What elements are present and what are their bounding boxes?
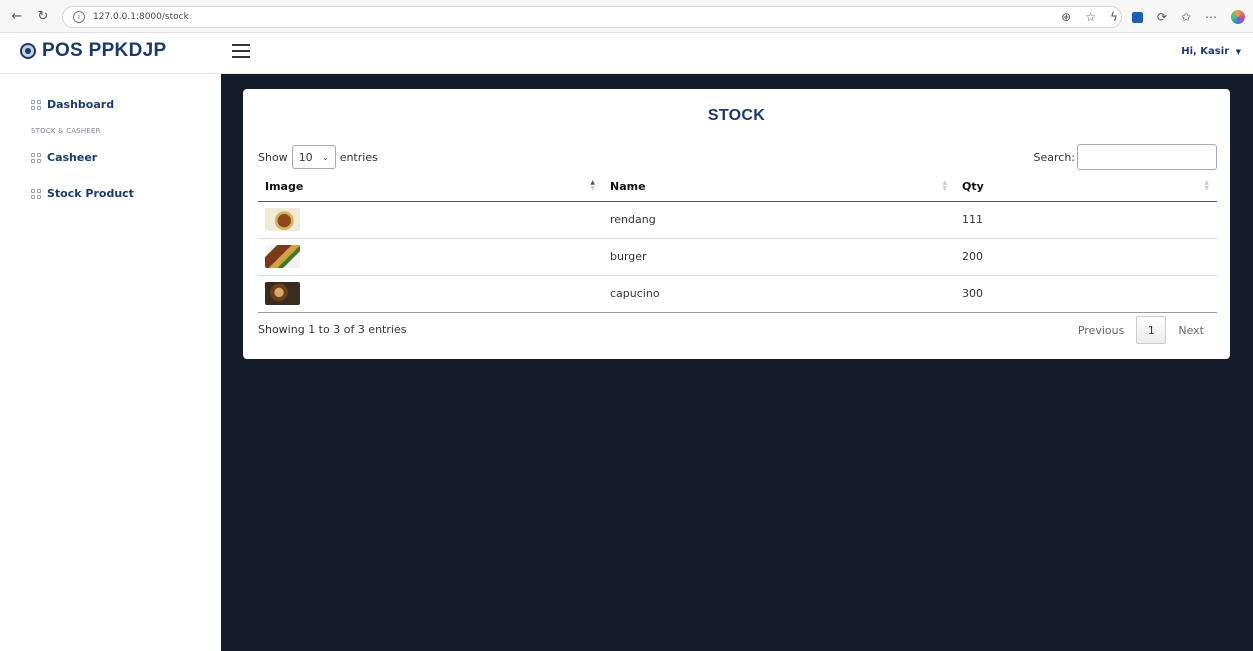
app-header: POS PPKDJP Hi, Kasir ▼ — [0, 33, 1253, 74]
site-info-icon[interactable]: i — [73, 11, 85, 23]
burger-thumbnail — [265, 245, 300, 268]
sidebar-item-casheer[interactable]: Casheer — [31, 151, 97, 164]
back-arrow-icon[interactable]: ← — [6, 5, 28, 27]
sidebar-item-stock-product[interactable]: Stock Product — [31, 187, 134, 200]
copilot-icon[interactable] — [1231, 10, 1245, 24]
column-header-qty[interactable]: Qty ▲ ▼ — [955, 173, 1217, 202]
column-header-name[interactable]: Name ▲ ▼ — [603, 173, 955, 202]
brand-name: POS PPKDJP — [42, 40, 167, 61]
sidebar-item-dashboard[interactable]: Dashboard — [31, 98, 114, 111]
stock-table: Image ▲ ▼ Name ▲ ▼ Qty ▲ ▼ rendang 111 b… — [258, 173, 1217, 313]
favorites-list-icon[interactable]: ✩ — [1181, 10, 1191, 24]
chevron-down-icon: ⌄ — [321, 152, 329, 162]
main-content: STOCK Show 10 ⌄ entries Search: Image ▲ ▼ — [221, 74, 1253, 651]
more-menu-icon[interactable]: ⋯ — [1205, 10, 1217, 24]
page-button-1[interactable]: 1 — [1136, 316, 1167, 344]
qty-cell: 300 — [955, 275, 1217, 313]
table-info: Showing 1 to 3 of 3 entries — [258, 323, 407, 336]
table-row: rendang 111 — [258, 201, 1217, 239]
capucino-thumbnail — [265, 282, 300, 305]
user-greeting: Hi, Kasir — [1181, 46, 1230, 57]
favorite-star-icon[interactable]: ☆ — [1085, 10, 1096, 24]
entries-label: entries — [339, 150, 378, 164]
entries-select[interactable]: 10 ⌄ — [291, 145, 336, 169]
name-cell: rendang — [603, 201, 955, 239]
address-bar[interactable]: i 127.0.0.1:8000/stock — [62, 6, 1122, 28]
entries-select-value: 10 — [298, 150, 313, 164]
image-cell — [258, 201, 603, 239]
qty-cell: 111 — [955, 201, 1217, 239]
sidebar: Dashboard STOCK & CASHEER Casheer Stock … — [0, 74, 221, 651]
hamburger-menu-icon[interactable] — [232, 42, 250, 60]
extensions-icon[interactable]: ⟳ — [1157, 10, 1167, 24]
extension-bolt-icon[interactable]: ϟ — [1110, 10, 1118, 24]
table-header-row: Image ▲ ▼ Name ▲ ▼ Qty ▲ ▼ — [258, 173, 1217, 202]
sort-icon: ▲ ▼ — [1204, 179, 1209, 192]
browser-tools: ⊕ ☆ ϟ ⟳ ✩ ⋯ — [1061, 6, 1245, 28]
column-header-label: Qty — [962, 180, 984, 194]
reload-icon[interactable]: ↻ — [32, 5, 54, 27]
name-cell: burger — [603, 238, 955, 276]
sidebar-item-label: Stock Product — [47, 187, 134, 200]
table-row: capucino 300 — [258, 275, 1217, 313]
previous-button[interactable]: Previous — [1066, 316, 1137, 344]
image-cell — [258, 238, 603, 276]
grid-icon — [31, 188, 41, 199]
url-text: 127.0.0.1:8000/stock — [93, 12, 189, 22]
caret-down-icon: ▼ — [1235, 48, 1241, 56]
show-label: Show — [258, 150, 288, 164]
pagination: Previous 1 Next — [1066, 316, 1216, 344]
page-title: STOCK — [707, 107, 766, 124]
user-menu[interactable]: Hi, Kasir ▼ — [1181, 46, 1241, 57]
search-label: Search: — [1033, 150, 1076, 164]
extension-square-icon[interactable] — [1131, 11, 1143, 23]
column-header-label: Image — [265, 180, 304, 194]
sidebar-item-label: Dashboard — [47, 98, 115, 111]
sort-icon: ▲ ▼ — [942, 179, 947, 192]
zoom-icon[interactable]: ⊕ — [1061, 10, 1071, 24]
entries-length-control: Show 10 ⌄ entries — [258, 145, 378, 169]
column-header-image[interactable]: Image ▲ ▼ — [258, 173, 603, 202]
stock-card: STOCK Show 10 ⌄ entries Search: Image ▲ ▼ — [243, 89, 1230, 359]
brand[interactable]: POS PPKDJP — [20, 40, 166, 62]
sidebar-section-heading: STOCK & CASHEER — [31, 127, 101, 135]
qty-cell: 200 — [955, 238, 1217, 276]
rendang-thumbnail — [265, 208, 300, 231]
search-input[interactable] — [1077, 144, 1217, 170]
logo-icon — [20, 43, 36, 59]
browser-toolbar: ← ↻ i 127.0.0.1:8000/stock ⊕ ☆ ϟ ⟳ ✩ ⋯ — [0, 0, 1253, 33]
table-search: Search: — [1033, 144, 1217, 170]
grid-icon — [31, 152, 41, 163]
grid-icon — [31, 99, 41, 110]
table-row: burger 200 — [258, 238, 1217, 276]
sidebar-item-label: Casheer — [47, 151, 98, 164]
image-cell — [258, 275, 603, 313]
sort-asc-icon: ▲ ▼ — [590, 179, 595, 192]
name-cell: capucino — [603, 275, 955, 313]
column-header-label: Name — [610, 180, 646, 194]
next-button[interactable]: Next — [1166, 316, 1216, 344]
